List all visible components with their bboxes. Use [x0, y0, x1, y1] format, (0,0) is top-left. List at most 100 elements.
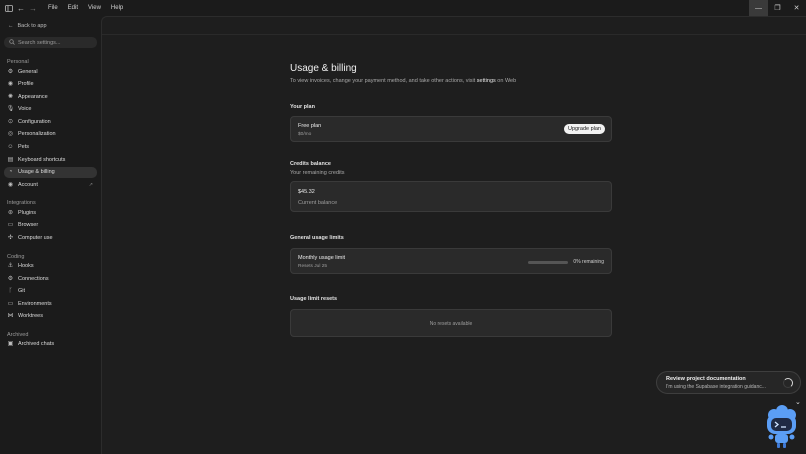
sidebar-item-label: Git: [18, 288, 26, 295]
settings-link[interactable]: settings: [477, 78, 496, 84]
sidebar-item-account[interactable]: ◉ Account ↗: [4, 179, 97, 190]
search-icon: [9, 38, 15, 47]
external-link-icon: ↗: [88, 181, 93, 188]
upgrade-plan-button[interactable]: Upgrade plan: [563, 124, 605, 134]
sidebar-item-label: Environments: [18, 300, 52, 307]
sidebar-item-label: Computer use: [18, 235, 53, 242]
account-icon: ◉: [7, 181, 14, 188]
sidebar-item-browser[interactable]: ▭ Browser: [4, 220, 97, 231]
cursor-icon: ✣: [7, 235, 14, 242]
browser-icon: ▭: [7, 222, 14, 229]
gear-icon: ⚙: [7, 68, 14, 75]
close-button[interactable]: ✕: [787, 0, 806, 16]
plugin-icon: ⊛: [7, 209, 14, 216]
sliders-icon: ⊙: [7, 118, 14, 125]
hook-icon: ⚓︎: [7, 263, 14, 270]
page-title: Usage & billing: [290, 63, 357, 74]
sidebar-item-label: Keyboard shortcuts: [18, 156, 66, 163]
your-plan-heading: Your plan: [290, 104, 315, 110]
usage-limit-card: Monthly usage limit Resets Jul 25 0% rem…: [290, 248, 612, 274]
sidebar-item-label: Account: [18, 181, 38, 188]
archive-icon: ▣: [7, 341, 14, 348]
palette-icon: ✺: [7, 93, 14, 100]
restore-button[interactable]: ❐: [768, 0, 787, 16]
sidebar-toggle-icon[interactable]: [3, 2, 15, 14]
mascot-robot-icon[interactable]: [762, 405, 800, 449]
sidebar-item-label: Usage & billing: [18, 169, 55, 176]
sidebar-item-git[interactable]: ᚴ Git: [4, 286, 97, 297]
monitor-icon: ▭: [7, 300, 14, 307]
loading-spinner-icon: [783, 378, 793, 388]
sidebar-item-label: Archived chats: [18, 341, 55, 348]
section-title-integrations: Integrations: [7, 200, 36, 207]
sidebar-item-pets[interactable]: ☺ Pets: [4, 142, 97, 153]
sidebar-item-label: Voice: [18, 106, 32, 113]
tree-icon: ⋈: [7, 313, 14, 320]
toast-title: Review project documentation: [666, 376, 746, 382]
sidebar-item-environments[interactable]: ▭ Environments: [4, 298, 97, 309]
sparkle-icon: ◎: [7, 131, 14, 138]
usage-remaining-text: 0% remaining: [573, 259, 604, 265]
usage-limit-reset-date: Resets Jul 25: [298, 264, 328, 269]
usage-progress-bar: [528, 261, 568, 264]
user-icon: ◉: [7, 81, 14, 88]
plan-card: Free plan $0/mo Upgrade plan: [290, 116, 612, 142]
sidebar-item-label: Worktrees: [18, 313, 43, 320]
arrow-right-icon[interactable]: →: [27, 2, 39, 14]
window-controls: — ❐ ✕: [749, 0, 806, 16]
menu-help[interactable]: Help: [106, 5, 128, 11]
sidebar-item-appearance[interactable]: ✺ Appearance: [4, 91, 97, 102]
sidebar-item-label: Profile: [18, 81, 34, 88]
resets-empty-text: No resets available: [429, 321, 473, 327]
toast-body: I'm using the Supabase integration guida…: [666, 384, 766, 390]
arrow-left-icon: ←: [8, 23, 14, 29]
sidebar-item-label: Browser: [18, 222, 39, 229]
sidebar-item-connections[interactable]: ⚙ Connections: [4, 273, 97, 284]
menu-view[interactable]: View: [83, 5, 106, 11]
sidebar-item-profile[interactable]: ◉ Profile: [4, 79, 97, 90]
settings-content: Usage & billing To view invoices, change…: [290, 63, 612, 337]
sidebar-item-label: Personalization: [18, 131, 56, 138]
subtitle-text: To view invoices, change your payment me…: [290, 78, 477, 84]
sidebar-item-archived-chats[interactable]: ▣ Archived chats: [4, 339, 97, 350]
sidebar-item-label: Configuration: [18, 118, 51, 125]
keyboard-icon: ▤: [7, 156, 14, 163]
section-title-archived: Archived: [7, 331, 29, 338]
search-input[interactable]: Search settings...: [18, 40, 61, 46]
sidebar-item-usage-billing[interactable]: ◔ Usage & billing: [4, 166, 97, 178]
menu-edit[interactable]: Edit: [63, 5, 83, 11]
paw-icon: ☺: [7, 144, 14, 151]
usage-limits-heading: General usage limits: [290, 235, 344, 241]
sidebar-item-personalization[interactable]: ◎ Personalization: [4, 129, 97, 140]
sidebar-item-keyboard-shortcuts[interactable]: ▤ Keyboard shortcuts: [4, 154, 97, 165]
settings-search[interactable]: Search settings...: [4, 37, 97, 48]
arrow-left-icon[interactable]: ←: [15, 2, 27, 14]
credits-heading: Credits balance: [290, 161, 331, 167]
section-title-personal: Personal: [7, 59, 29, 65]
back-to-app-link[interactable]: ← Back to app: [0, 17, 101, 35]
minimize-button[interactable]: —: [749, 0, 768, 16]
sidebar-item-worktrees[interactable]: ⋈ Worktrees: [4, 311, 97, 322]
sidebar: ← Back to app Search settings... Persona…: [0, 16, 101, 454]
subtitle-suffix: on Web: [495, 78, 517, 84]
microphone-icon: 🎙︎: [6, 106, 15, 113]
page-subtitle: To view invoices, change your payment me…: [290, 78, 612, 84]
task-toast[interactable]: Review project documentation I'm using t…: [656, 371, 801, 394]
sidebar-item-computer-use[interactable]: ✣ Computer use: [4, 233, 97, 244]
section-title-coding: Coding: [7, 253, 25, 260]
connection-icon: ⚙: [7, 275, 14, 282]
sidebar-item-label: Hooks: [18, 263, 34, 270]
credits-card: $45.32 Current balance: [290, 181, 612, 212]
sidebar-item-label: Pets: [18, 144, 30, 151]
credits-amount-label: Current balance: [298, 200, 338, 206]
git-branch-icon: ᚴ: [8, 288, 13, 295]
sidebar-item-general[interactable]: ⚙ General: [4, 66, 97, 77]
sidebar-item-voice[interactable]: 🎙︎ Voice: [4, 104, 97, 115]
sidebar-item-plugins[interactable]: ⊛ Plugins: [4, 207, 97, 218]
divider: [102, 34, 806, 35]
sidebar-item-hooks[interactable]: ⚓︎ Hooks: [4, 261, 97, 272]
back-to-app-label: Back to app: [17, 23, 47, 29]
sidebar-item-configuration[interactable]: ⊙ Configuration: [4, 116, 97, 127]
menu-file[interactable]: File: [43, 5, 63, 11]
sidebar-item-label: General: [18, 68, 38, 75]
